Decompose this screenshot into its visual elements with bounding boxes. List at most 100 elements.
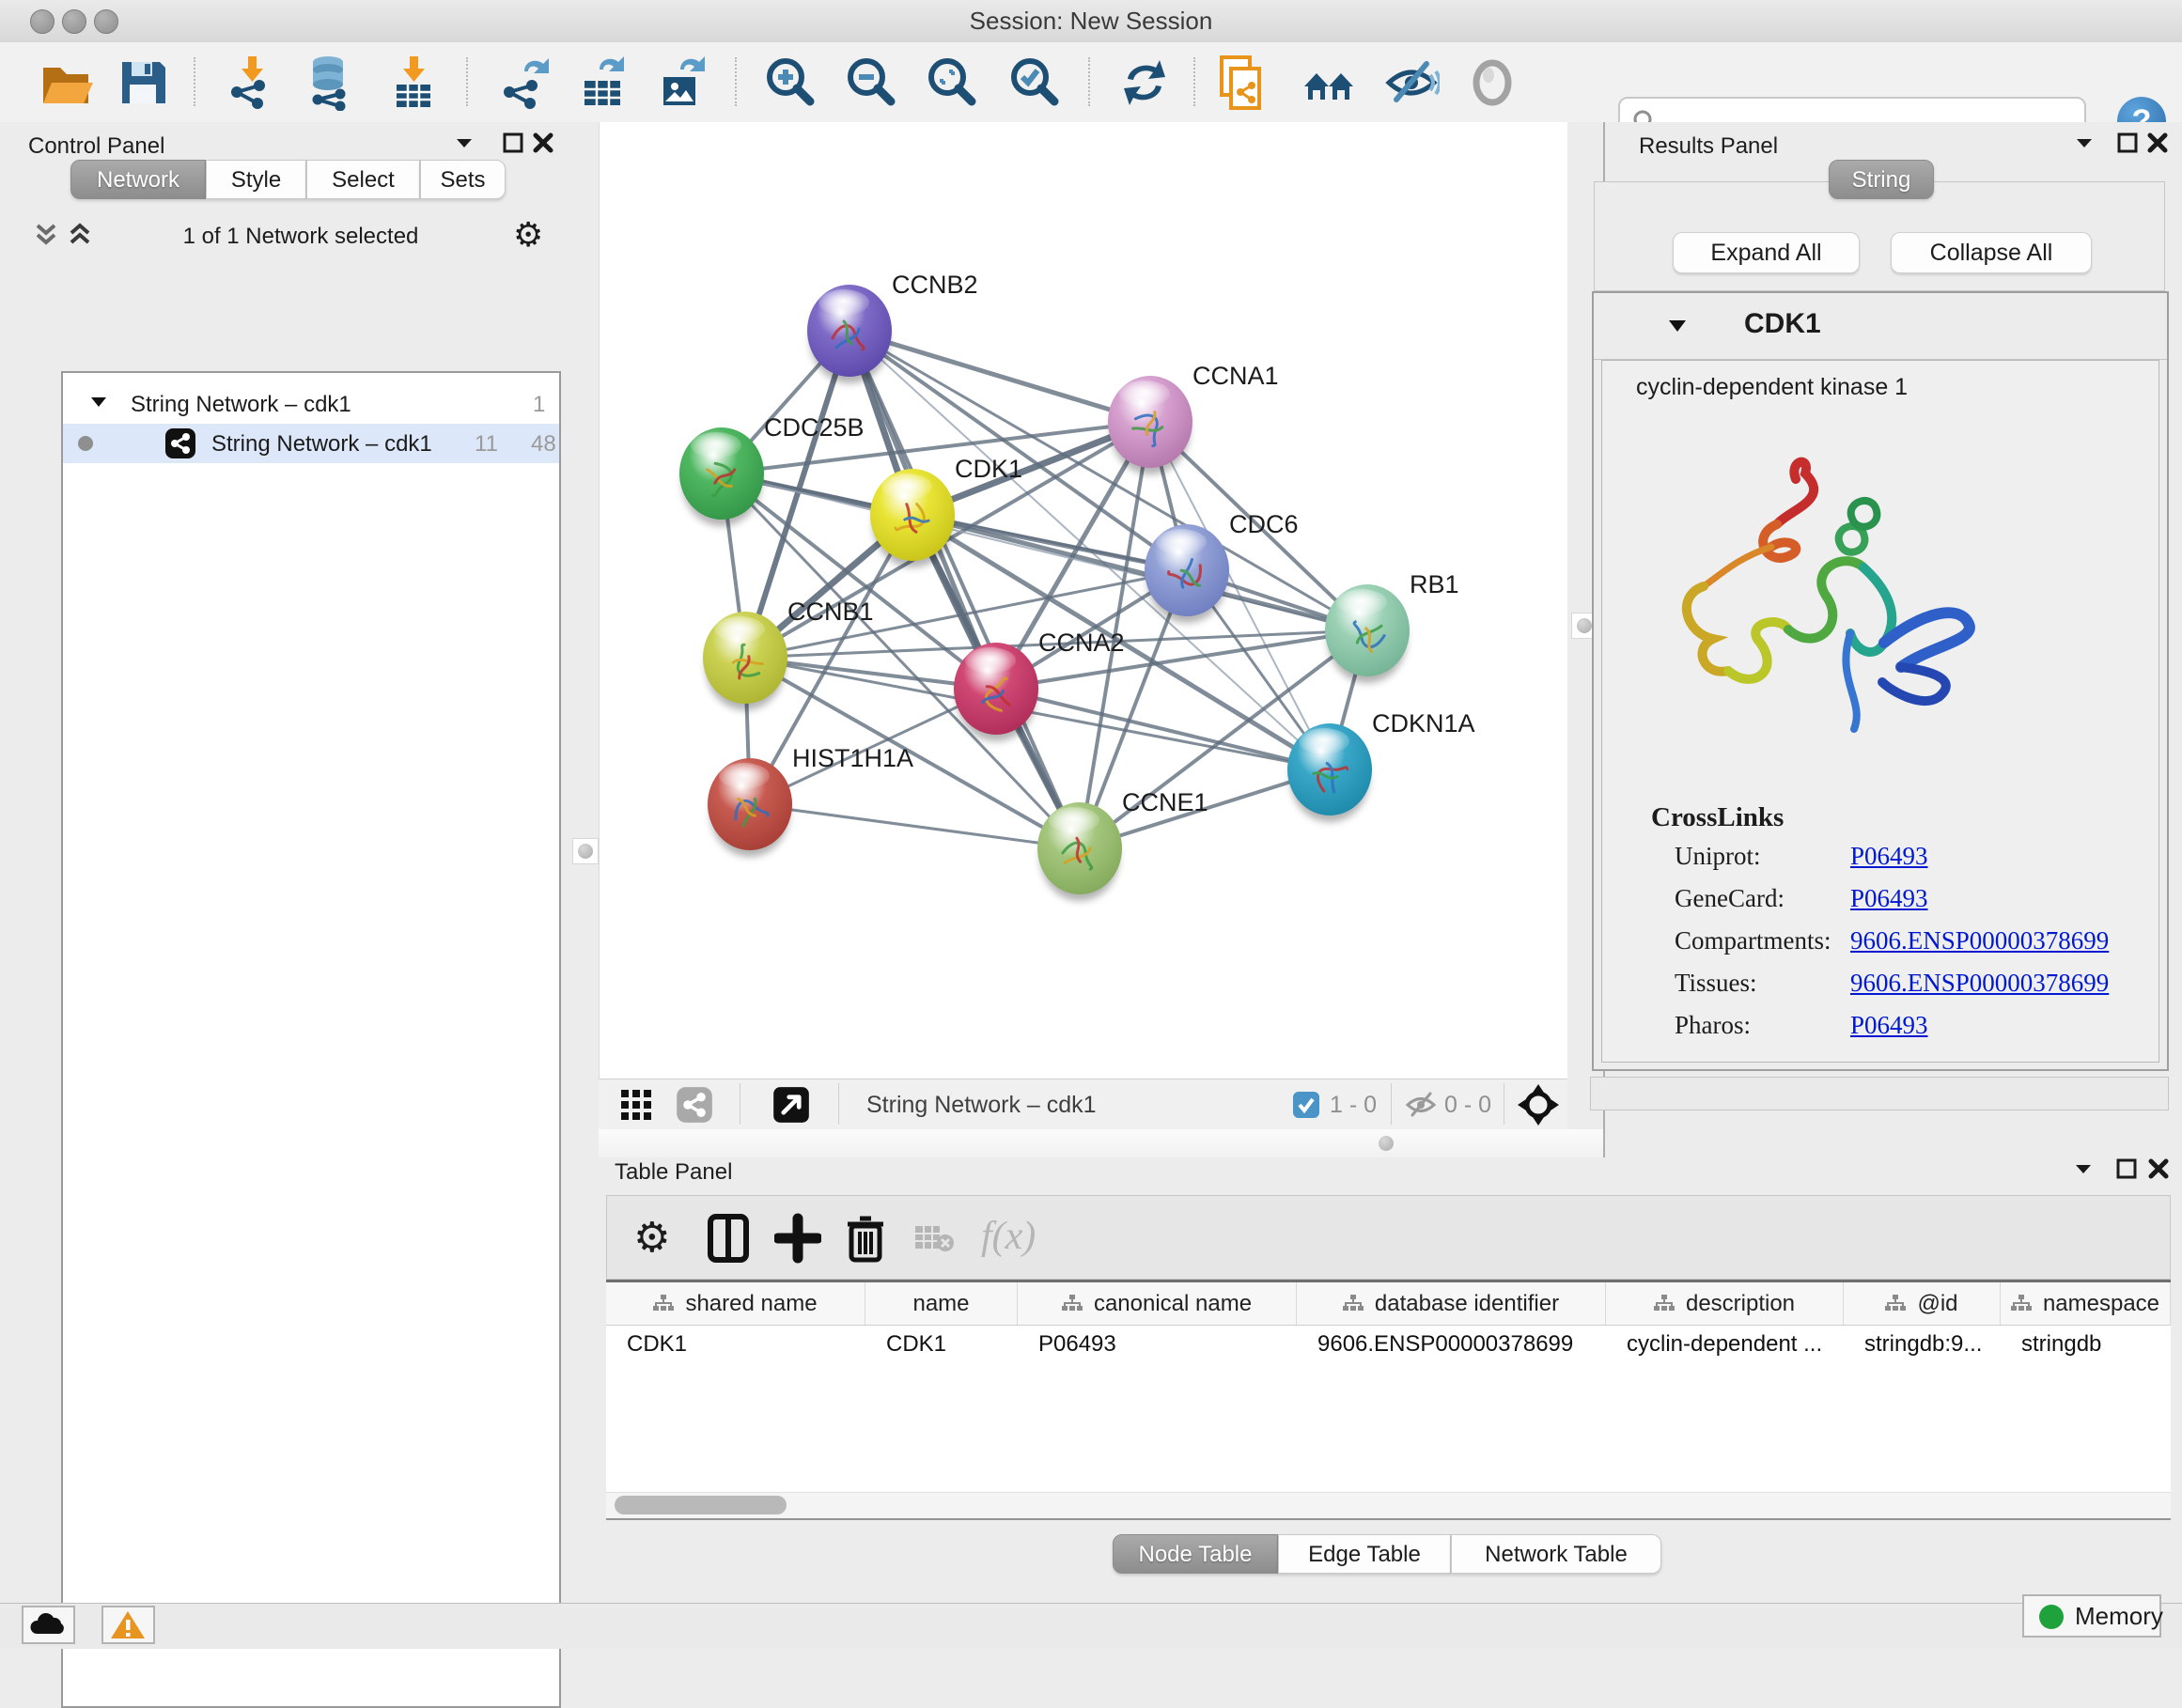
column-header-label: name <box>912 1291 969 1317</box>
table-cell[interactable]: stringdb:9... <box>1844 1325 2001 1364</box>
crosslink-link[interactable]: P06493 <box>1850 842 1928 871</box>
collapse-triangle-icon[interactable] <box>89 394 108 411</box>
collapse-all-button[interactable]: Collapse All <box>1891 232 2092 273</box>
crosslink-row: Compartments: 9606.ENSP00000378699 <box>1602 926 2159 969</box>
import-network-file-button[interactable] <box>224 54 280 111</box>
control-panel-float-button[interactable] <box>502 132 534 160</box>
tab-string[interactable]: String <box>1829 160 1934 199</box>
collapse-all-networks-button[interactable] <box>32 220 60 250</box>
results-panel-float-button[interactable] <box>2116 132 2148 160</box>
hide-selected-button[interactable] <box>1383 54 1440 111</box>
network-view-mode-button[interactable] <box>676 1086 713 1124</box>
left-splitter[interactable] <box>571 122 599 1603</box>
delete-column-button[interactable] <box>844 1213 895 1264</box>
network-graph[interactable]: CCNB2CCNA1CDC25BCDK1CDC6RB1CCNB1CCNA2CDK… <box>600 122 1568 1079</box>
network-canvas[interactable]: CCNB2CCNA1CDC25BCDK1CDC6RB1CCNB1CCNA2CDK… <box>599 122 1567 1079</box>
scrollbar-thumb[interactable] <box>615 1496 787 1514</box>
crosslink-link[interactable]: P06493 <box>1850 1011 1928 1040</box>
table-cell[interactable]: 9606.ENSP00000378699 <box>1297 1325 1606 1364</box>
crosslink-link[interactable]: 9606.ENSP00000378699 <box>1850 926 2109 955</box>
show-columns-button[interactable] <box>705 1213 756 1264</box>
export-table-button[interactable] <box>575 54 631 111</box>
results-panel-menu-button[interactable] <box>2073 132 2105 160</box>
section-collapse-triangle-icon[interactable] <box>1667 318 1688 334</box>
open-session-button[interactable] <box>38 54 94 111</box>
save-session-button[interactable] <box>115 54 171 111</box>
network-node-ccnb2[interactable]: CCNB2 <box>807 271 978 383</box>
column-header-namespace[interactable]: namespace <box>2001 1282 2171 1325</box>
show-all-button[interactable] <box>1464 54 1520 111</box>
network-node-rb1[interactable]: RB1 <box>1325 570 1459 683</box>
memory-status-dot-icon <box>2039 1605 2064 1629</box>
table-panel-float-button[interactable] <box>2115 1157 2147 1186</box>
first-neighbors-button[interactable] <box>1301 54 1357 111</box>
left-splitter-handle[interactable] <box>572 838 599 864</box>
export-network-button[interactable] <box>496 54 553 111</box>
zoom-in-button[interactable] <box>763 54 819 111</box>
table-cell[interactable]: cyclin-dependent ... <box>1606 1325 1844 1364</box>
memory-button[interactable]: Memory <box>2022 1594 2161 1638</box>
network-node-hist1h1a[interactable]: HIST1H1A <box>708 744 913 857</box>
network-row-selected[interactable]: String Network – cdk1 11 48 <box>63 424 559 463</box>
table-cell[interactable]: CDK1 <box>865 1325 1018 1364</box>
control-panel-menu-button[interactable] <box>453 132 485 160</box>
table-cell[interactable]: CDK1 <box>606 1325 865 1364</box>
expand-all-networks-button[interactable] <box>66 220 94 250</box>
import-network-database-button[interactable] <box>303 54 359 111</box>
network-node-ccna1[interactable]: CCNA1 <box>1108 362 1279 474</box>
section-header[interactable]: CDK1 <box>1594 293 2167 360</box>
eye-disabled-icon <box>1464 54 1520 111</box>
grid-view-button[interactable] <box>619 1088 653 1122</box>
tab-edge-table[interactable]: Edge Table <box>1278 1534 1451 1574</box>
selected-nodes-checkbox[interactable] <box>1292 1091 1320 1119</box>
results-panel-close-button[interactable] <box>2146 132 2178 160</box>
zoom-selected-button[interactable] <box>1007 54 1064 111</box>
crosslink-link[interactable]: 9606.ENSP00000378699 <box>1850 969 2109 998</box>
delete-table-button-disabled[interactable] <box>913 1222 964 1273</box>
tab-network[interactable]: Network <box>70 160 206 199</box>
export-image-button[interactable] <box>654 54 710 111</box>
network-node-ccne1[interactable]: CCNE1 <box>1037 788 1208 901</box>
crosslink-label: Compartments: <box>1675 926 1831 955</box>
hidden-items-indicator[interactable] <box>1405 1090 1437 1120</box>
table-cell[interactable]: P06493 <box>1018 1325 1297 1364</box>
column-header-description[interactable]: description <box>1606 1282 1844 1325</box>
table-cell[interactable]: stringdb <box>2001 1325 2171 1364</box>
column-header-database-identifier[interactable]: database identifier <box>1297 1282 1606 1325</box>
crosslink-link[interactable]: P06493 <box>1850 884 1928 913</box>
horizontal-splitter-handle[interactable] <box>1379 1136 1394 1151</box>
tab-style[interactable]: Style <box>206 160 306 199</box>
center-view-button[interactable] <box>1518 1084 1559 1126</box>
tab-node-table[interactable]: Node Table <box>1113 1534 1278 1574</box>
copy-network-button[interactable] <box>1216 54 1272 111</box>
network-options-gear-icon[interactable]: ⚙ <box>513 216 543 255</box>
network-node-cdc25b[interactable]: CDC25B <box>679 413 865 526</box>
import-table-file-button[interactable] <box>385 54 442 111</box>
network-collection-row[interactable]: String Network – cdk1 1 <box>63 384 559 424</box>
column-type-icon <box>1343 1295 1364 1313</box>
tab-select[interactable]: Select <box>306 160 420 199</box>
table-panel-menu-button[interactable] <box>2072 1157 2104 1186</box>
column-header-name[interactable]: name <box>865 1282 1018 1325</box>
result-section-cdk1: CDK1 cyclin-dependent kinase 1 <box>1592 291 2169 1071</box>
column-header-shared-name[interactable]: shared name <box>606 1282 865 1325</box>
tab-network-table[interactable]: Network Table <box>1451 1534 1661 1574</box>
table-panel-close-button[interactable] <box>2147 1157 2179 1186</box>
network-node-cdkn1a[interactable]: CDKN1A <box>1287 709 1475 822</box>
column-header-canonical-name[interactable]: canonical name <box>1018 1282 1297 1325</box>
refresh-button[interactable] <box>1116 54 1173 111</box>
expand-all-button[interactable]: Expand All <box>1673 232 1860 273</box>
table-row[interactable]: CDK1CDK1P064939606.ENSP00000378699cyclin… <box>606 1325 2171 1364</box>
add-column-button[interactable] <box>774 1213 825 1264</box>
column-header--id[interactable]: @id <box>1844 1282 2001 1325</box>
zoom-out-button[interactable] <box>844 54 900 111</box>
table-horizontal-scrollbar[interactable] <box>606 1492 2171 1518</box>
control-panel-close-button[interactable] <box>532 132 564 160</box>
zoom-fit-button[interactable] <box>925 54 981 111</box>
cloud-status-button[interactable] <box>22 1606 75 1644</box>
tab-sets[interactable]: Sets <box>420 160 506 199</box>
warnings-button[interactable] <box>101 1606 155 1644</box>
function-builder-button-disabled[interactable]: f(x) <box>981 1213 1056 1264</box>
birds-eye-view-button[interactable] <box>772 1086 810 1124</box>
table-settings-gear-icon[interactable]: ⚙ <box>633 1213 684 1264</box>
